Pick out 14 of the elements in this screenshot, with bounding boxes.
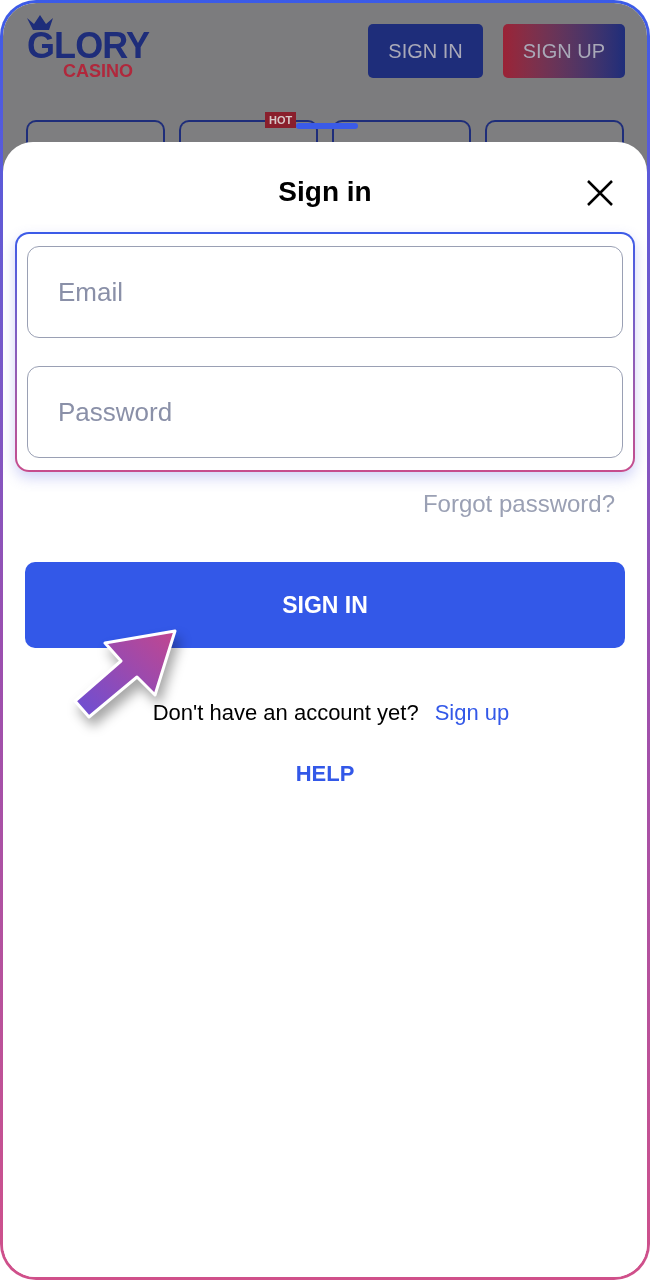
logo-title: GLORY: [26, 30, 150, 62]
submit-button[interactable]: SIGN IN: [25, 562, 625, 648]
sign-up-link[interactable]: Sign up: [434, 696, 510, 729]
signup-prompt: Don't have an account yet?: [152, 699, 419, 727]
sign-up-button[interactable]: SIGN UP: [502, 24, 625, 78]
help-link[interactable]: HELP: [295, 757, 355, 790]
dialog-title: Sign in: [278, 175, 372, 209]
hot-badge: HOT: [265, 112, 297, 128]
logo-subtitle: CASINO: [62, 62, 134, 80]
password-field[interactable]: Password: [27, 366, 623, 458]
sign-in-button[interactable]: SIGN IN: [368, 24, 483, 78]
email-field[interactable]: Email: [27, 246, 623, 338]
close-button[interactable]: [585, 178, 615, 208]
drag-handle[interactable]: [296, 123, 358, 129]
